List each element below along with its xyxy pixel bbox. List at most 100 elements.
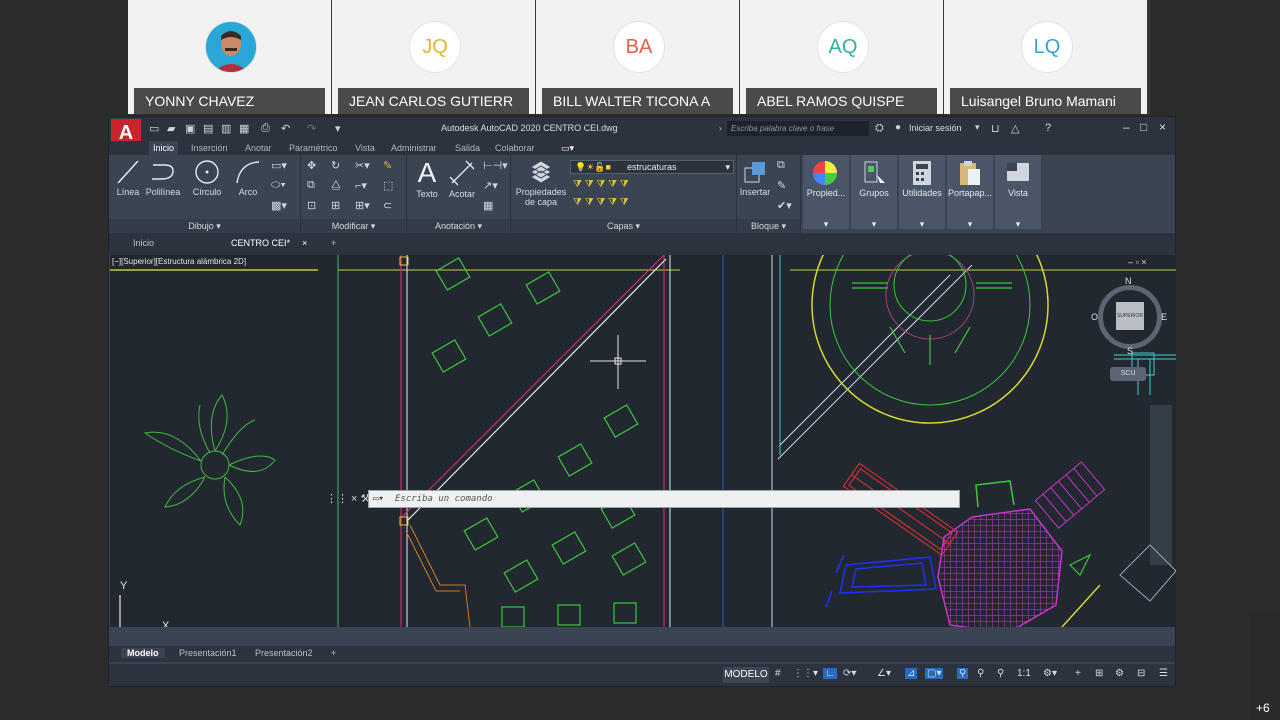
table-icon[interactable]: ▦ [483,199,493,212]
annotation-scale-icon[interactable]: ⚲ [997,668,1004,679]
compass-e[interactable]: E [1161,312,1167,322]
cart-icon[interactable]: ⊔ [991,122,1000,135]
command-input[interactable]: Escriba un comando [395,494,493,504]
tab-vista[interactable]: Vista [355,141,375,155]
ortho-icon[interactable]: ∟ [823,668,837,679]
compass-n[interactable]: N [1125,276,1132,286]
help-search-input[interactable]: Escriba palabra clave o frase [727,121,869,136]
layer-tools-row2-icons[interactable]: ⧩ ⧩ ⧩ ⧩ ⧩ [573,197,629,208]
file-tab-start[interactable]: Inicio [133,238,154,248]
participant-tile[interactable]: JQ JEAN CARLOS GUTIERR [332,0,535,114]
hatch-icon[interactable]: ▩▾ [271,199,287,212]
draw-panel-title[interactable]: Dibujo ▾ [109,219,300,233]
erase-icon[interactable]: ✎ [383,159,392,172]
annotation-visibility-icon[interactable]: ⚲ [957,668,969,679]
open-folder-icon[interactable]: ▰ [167,122,175,135]
print-icon[interactable]: ⎙ [261,122,270,135]
chevron-down-icon[interactable]: ▾ [975,122,980,133]
compass-s[interactable]: S [1127,346,1133,356]
redo-icon[interactable]: ↷ [307,122,316,135]
new-tab-icon[interactable]: + [331,238,336,248]
customization-menu-icon[interactable]: ☰ [1159,668,1168,679]
trim-icon[interactable]: ✂▾ [355,159,370,172]
new-file-icon[interactable]: ▭ [149,122,159,135]
command-line[interactable]: ▭▾ Escriba un comando [368,490,960,508]
mirror-icon[interactable]: ⧋ [331,179,341,192]
create-block-icon[interactable]: ⧉ [777,159,785,172]
add-layout-icon[interactable]: + [331,648,336,658]
text-tool[interactable]: A Texto [413,159,441,200]
explode-icon[interactable]: ⬚ [383,179,393,192]
command-history-icon[interactable]: ▭▾ [373,494,384,504]
binoculars-icon[interactable]: ⛭ [875,122,884,135]
tab-administrar[interactable]: Administrar [391,141,437,155]
participant-tile[interactable]: YONNY CHAVEZ [128,0,331,114]
viewport-controls[interactable]: [−][Superior][Estructura alámbrica 2D] [112,257,246,266]
compass-o[interactable]: O [1091,312,1098,322]
hardware-acceleration-icon[interactable]: ⚙ [1115,668,1124,679]
tab-insercion[interactable]: Inserción [191,141,228,155]
tab-anotar[interactable]: Anotar [245,141,272,155]
participant-tile[interactable]: LQ Luisangel Bruno Mamani [944,0,1147,114]
lineweight-icon[interactable]: ⊿ [905,668,918,679]
viewcube[interactable]: N S E O SUPERIOR [1091,276,1167,356]
insert-tool[interactable]: Insertar [737,159,773,197]
polyline-tool[interactable]: Polilínea [143,159,183,197]
modify-panel-title[interactable]: Modificar ▾ [301,219,406,233]
ellipse-icon[interactable]: ⬭▾ [271,179,286,192]
sign-in-link[interactable]: Iniciar sesión [909,123,962,133]
layout-tab-model[interactable]: Modelo [121,648,165,658]
more-participants[interactable]: +6 [1250,612,1280,720]
undo-icon[interactable]: ↶ [281,122,290,135]
tab-salida[interactable]: Salida [455,141,480,155]
open-web-icon[interactable]: ▥ [221,122,231,135]
participant-tile[interactable]: BA BILL WALTER TICONA A [536,0,739,114]
layout-tab-2[interactable]: Presentación2 [255,648,313,658]
leader-icon[interactable]: ↗▾ [483,179,498,192]
help-icon[interactable]: ? [1045,122,1051,134]
fillet-icon[interactable]: ⌐▾ [355,179,367,192]
workspace-gear-icon[interactable]: ⚙▾ [1043,668,1057,679]
auto-scale-icon[interactable]: ⚲ [977,668,984,679]
object-snap-icon[interactable]: ▢▾ [925,668,944,679]
save-as-icon[interactable]: ▤ [203,122,213,135]
edit-block-icon[interactable]: ✎ [777,179,786,192]
participant-tile[interactable]: AQ ABEL RAMOS QUISPE [740,0,943,114]
stretch-icon[interactable]: ⊡ [307,199,316,212]
layer-properties-tool[interactable]: Propiedades de capa [511,159,571,207]
view-panel[interactable]: Vista ▾ [995,155,1041,229]
close-tab-icon[interactable]: × [302,238,307,248]
osnap-tracking-icon[interactable]: ∠▾ [877,668,891,679]
line-tool[interactable]: Línea [115,159,141,197]
annotation-panel-title[interactable]: Anotación ▾ [407,219,510,233]
groups-panel[interactable]: Grupos ▾ [851,155,897,229]
add-icon[interactable]: + [1075,668,1081,679]
ucs-menu[interactable]: SCU [1110,367,1146,381]
grid-icon[interactable]: # [775,668,781,679]
block-panel-title[interactable]: Bloque ▾ [737,219,800,233]
model-space-button[interactable]: MODELO [723,667,769,683]
viewcube-face[interactable]: SUPERIOR [1116,302,1144,330]
arc-tool[interactable]: Arco [233,159,263,197]
layout-tab-1[interactable]: Presentación1 [179,648,237,658]
rectangle-icon[interactable]: ▭▾ [271,159,287,172]
dimension-tool[interactable]: Acotar [445,159,479,199]
utilities-panel[interactable]: Utilidades ▾ [899,155,945,229]
array-icon[interactable]: ⊞▾ [355,199,370,212]
layer-tools-row1-icons[interactable]: ⧩ ⧩ ⧩ ⧩ ⧩ [573,179,629,190]
copy-icon[interactable]: ⧉ [307,179,315,192]
move-icon[interactable]: ✥ [307,159,316,172]
polar-icon[interactable]: ⟳▾ [843,668,856,679]
block-attributes-icon[interactable]: ✔▾ [777,199,792,212]
file-tab-current[interactable]: CENTRO CEI* [231,238,290,248]
rotate-icon[interactable]: ↻ [331,159,340,172]
save-icon[interactable]: ▣ [185,122,195,135]
snap-icon[interactable]: ⋮⋮▾ [793,668,818,679]
minimize-icon[interactable]: – [1123,120,1130,134]
tab-inicio[interactable]: Inicio [149,141,179,155]
layer-dropdown[interactable]: 💡☀🔓■ estrucaturas ▾ [570,160,734,174]
a360-icon[interactable]: △ [1011,122,1019,135]
layers-panel-title[interactable]: Capas ▾ [511,219,736,233]
offset-icon[interactable]: ⊂ [383,199,392,212]
save-web-icon[interactable]: ▦ [239,122,249,135]
